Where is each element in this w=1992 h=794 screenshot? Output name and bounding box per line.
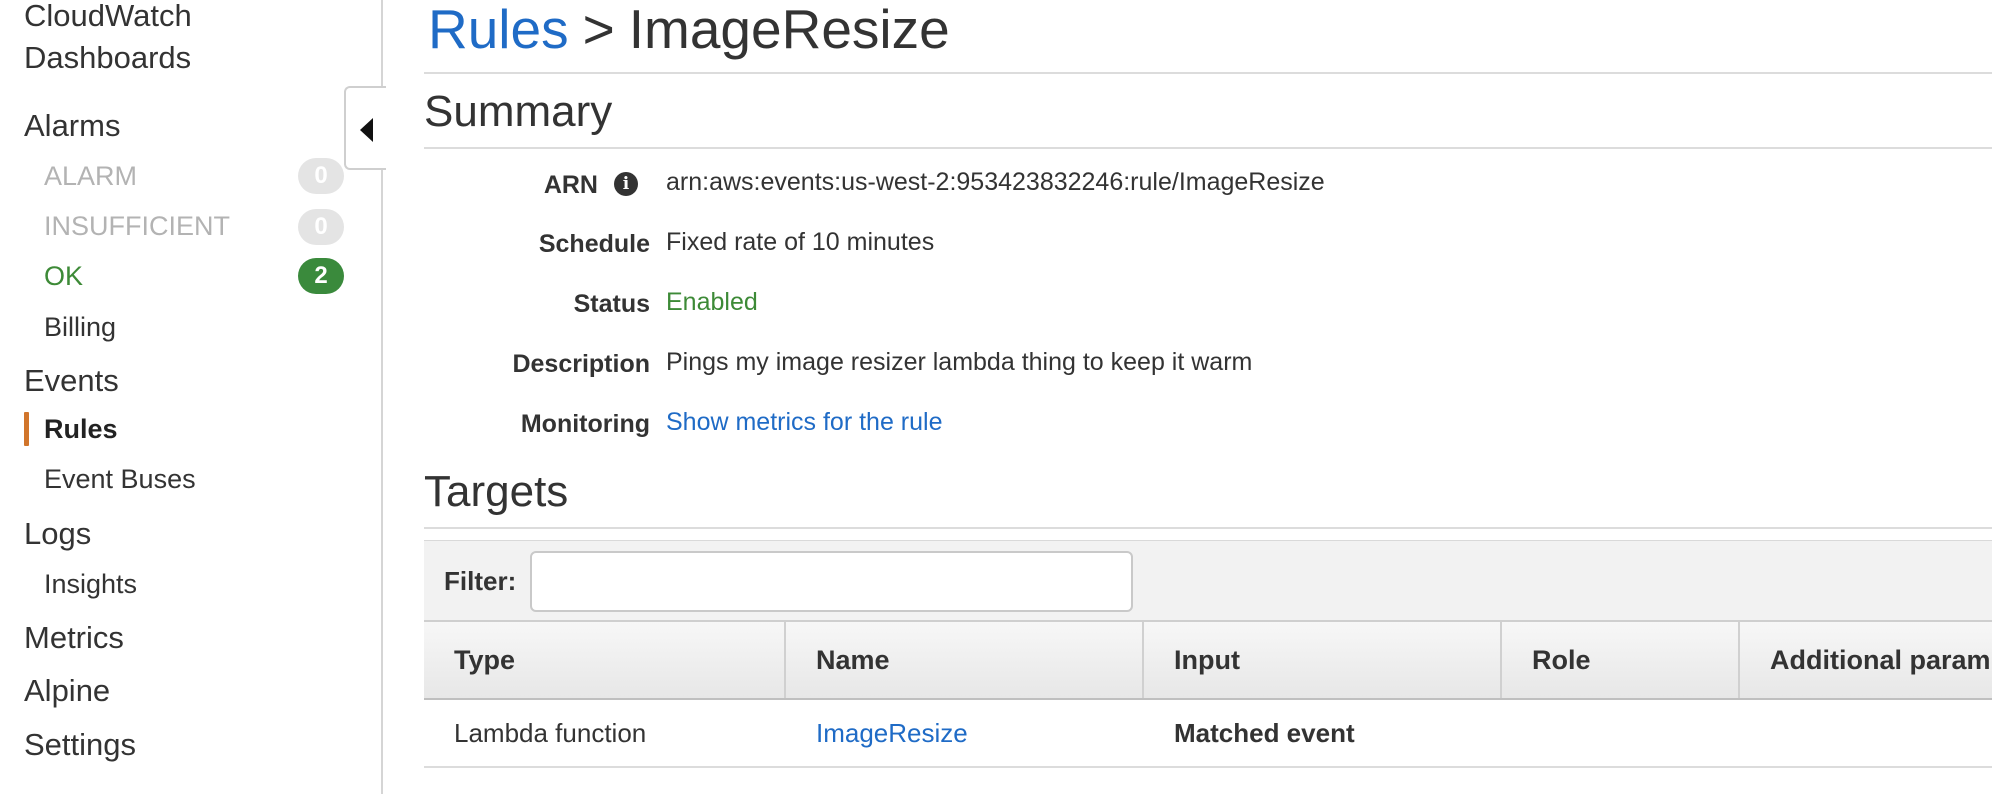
sidebar-item-alpine[interactable]: Alpine — [24, 675, 110, 706]
targets-table-header: Type Name Input Role Additional param — [424, 620, 1992, 700]
target-additional-cell — [1740, 700, 1770, 766]
sidebar: CloudWatch Dashboards Alarms ALARM 0 INS… — [0, 0, 383, 794]
sidebar-item-events[interactable]: Events — [24, 365, 119, 396]
sidebar-item-ok[interactable]: OK — [44, 263, 83, 290]
main-content: Rules > ImageResize Summary ARN i arn:aws:… — [424, 0, 1992, 794]
ok-count-badge: 2 — [298, 258, 344, 294]
column-header-input[interactable]: Input — [1142, 622, 1500, 698]
sidebar-item-insufficient[interactable]: INSUFFICIENT — [44, 213, 230, 240]
status-label: Status — [573, 290, 650, 318]
sidebar-item-insights[interactable]: Insights — [44, 571, 137, 598]
sidebar-item-cloudwatch[interactable]: CloudWatch — [24, 0, 192, 31]
status-value: Enabled — [666, 288, 758, 316]
description-label: Description — [512, 350, 650, 378]
target-role-cell — [1502, 700, 1532, 766]
page-title: Rules > ImageResize — [428, 2, 950, 57]
filter-label: Filter: — [444, 566, 517, 596]
schedule-label: Schedule — [538, 230, 650, 258]
target-input-cell: Matched event — [1174, 718, 1355, 748]
alarm-count-badge: 0 — [298, 158, 344, 194]
schedule-value: Fixed rate of 10 minutes — [666, 228, 935, 256]
monitoring-label: Monitoring — [520, 410, 650, 438]
column-header-role[interactable]: Role — [1500, 622, 1738, 698]
breadcrumb-rules-link[interactable]: Rules — [428, 0, 569, 60]
sidebar-item-metrics[interactable]: Metrics — [24, 622, 124, 653]
divider — [424, 527, 1992, 529]
column-header-type[interactable]: Type — [424, 622, 784, 698]
sidebar-item-rules[interactable]: Rules — [44, 416, 118, 443]
filter-bar: Filter: — [424, 540, 1992, 620]
insufficient-count-badge: 0 — [298, 209, 344, 245]
sidebar-item-alarm[interactable]: ALARM — [44, 163, 137, 190]
active-indicator — [24, 412, 29, 446]
sidebar-item-alarms[interactable]: Alarms — [24, 110, 120, 141]
caret-left-icon — [360, 118, 373, 142]
sidebar-item-event-buses[interactable]: Event Buses — [44, 466, 196, 493]
sidebar-item-logs[interactable]: Logs — [24, 518, 91, 549]
sidebar-item-dashboards[interactable]: Dashboards — [24, 42, 191, 73]
target-name-link[interactable]: ImageResize — [786, 700, 968, 766]
arn-value: arn:aws:events:us-west-2:953423832246:ru… — [666, 168, 1325, 196]
breadcrumb-current: ImageResize — [628, 0, 950, 60]
show-metrics-link[interactable]: Show metrics for the rule — [666, 410, 943, 435]
arn-label: ARN — [543, 171, 598, 199]
description-value: Pings my image resizer lambda thing to k… — [666, 348, 1253, 376]
info-icon[interactable]: i — [614, 172, 638, 196]
sidebar-item-billing[interactable]: Billing — [44, 314, 116, 341]
divider — [424, 147, 1992, 149]
column-header-additional-parameters[interactable]: Additional param — [1738, 622, 1992, 698]
divider — [424, 72, 1992, 74]
target-type-cell: Lambda function — [454, 718, 647, 748]
filter-input[interactable] — [530, 551, 1133, 612]
table-row: Lambda function ImageResize Matched even… — [424, 700, 1992, 768]
sidebar-item-settings[interactable]: Settings — [24, 729, 136, 760]
summary-heading: Summary — [424, 87, 613, 136]
collapse-sidebar-button[interactable] — [344, 86, 386, 170]
targets-heading: Targets — [424, 467, 569, 516]
breadcrumb-separator: > — [582, 0, 615, 60]
column-header-name[interactable]: Name — [784, 622, 1142, 698]
